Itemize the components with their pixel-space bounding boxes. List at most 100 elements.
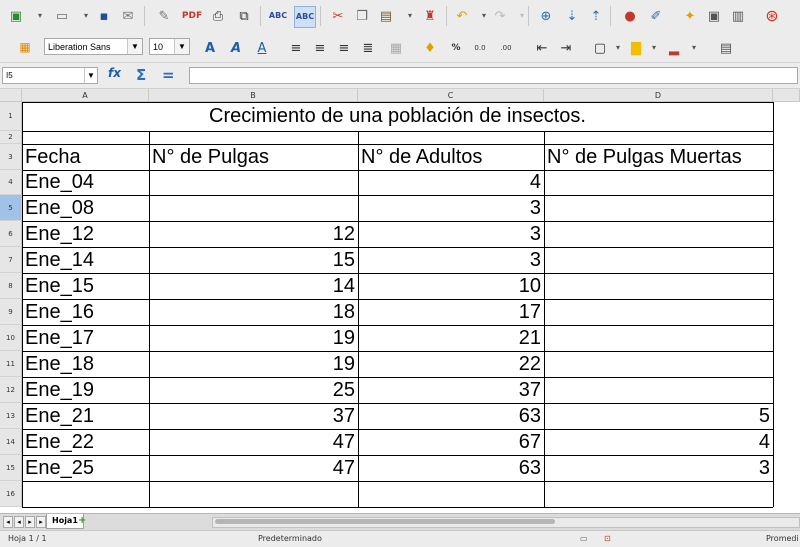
- data-cell[interactable]: Ene_16: [22, 299, 149, 325]
- data-cell[interactable]: [544, 195, 773, 221]
- select-all-corner[interactable]: [0, 89, 22, 102]
- italic-button[interactable]: A: [226, 38, 246, 58]
- next-sheet-icon[interactable]: ▸: [25, 516, 35, 528]
- data-cell[interactable]: 14: [149, 273, 358, 299]
- row-header[interactable]: 7: [0, 247, 22, 273]
- spreadsheet-grid[interactable]: A B C D 1 2 3 4 5 6 7 8 9 10 11 12 13 14 15 16 Crecimie…: [0, 89, 800, 513]
- formula-input[interactable]: [189, 67, 798, 84]
- print-icon[interactable]: ⎙: [208, 6, 228, 26]
- row-header[interactable]: 6: [0, 221, 22, 247]
- decrease-indent-icon[interactable]: ⇤: [532, 38, 552, 58]
- increase-indent-icon[interactable]: ⇥: [556, 38, 576, 58]
- open-icon[interactable]: ▭: [52, 6, 72, 26]
- data-cell[interactable]: 37: [149, 403, 358, 429]
- paste-icon[interactable]: ▤: [376, 6, 396, 26]
- email-icon[interactable]: ✉: [118, 6, 138, 26]
- row-header[interactable]: 15: [0, 455, 22, 481]
- draw-functions-icon[interactable]: ✐: [646, 6, 666, 26]
- data-cell[interactable]: Ene_12: [22, 221, 149, 247]
- row-header[interactable]: 3: [0, 144, 22, 170]
- chevron-down-icon[interactable]: ▼: [84, 68, 97, 83]
- row-header[interactable]: 13: [0, 403, 22, 429]
- styles-formatting-icon[interactable]: ▦: [16, 38, 34, 56]
- data-cell[interactable]: 3: [358, 247, 544, 273]
- merge-cells-icon[interactable]: ▦: [386, 38, 406, 58]
- row-header[interactable]: 1: [0, 102, 22, 131]
- function-wizard-button[interactable]: fx: [108, 66, 121, 80]
- data-cell[interactable]: 47: [149, 455, 358, 481]
- data-cell[interactable]: 47: [149, 429, 358, 455]
- add-sheet-icon[interactable]: +: [78, 515, 86, 526]
- data-cell[interactable]: [544, 273, 773, 299]
- data-cell[interactable]: [544, 325, 773, 351]
- print-preview-icon[interactable]: ⧉: [234, 6, 254, 26]
- data-cell[interactable]: Ene_04: [22, 170, 149, 195]
- data-cell[interactable]: 19: [149, 351, 358, 377]
- navigator-icon[interactable]: ✦: [680, 6, 700, 26]
- row-header[interactable]: 16: [0, 481, 22, 507]
- new-dropdown-icon[interactable]: ▾: [30, 6, 50, 26]
- spellcheck-icon[interactable]: ABC: [268, 6, 288, 26]
- column-header-d[interactable]: D: [544, 89, 773, 102]
- edit-mode-icon[interactable]: ✎: [154, 6, 174, 26]
- data-cell[interactable]: [149, 195, 358, 221]
- data-cell[interactable]: Ene_19: [22, 377, 149, 403]
- data-cell[interactable]: 22: [358, 351, 544, 377]
- toggle-grid-icon[interactable]: ▤: [716, 38, 736, 58]
- datasources-icon[interactable]: ▥: [728, 6, 748, 26]
- data-cell[interactable]: 18: [149, 299, 358, 325]
- underline-button[interactable]: A: [252, 38, 272, 58]
- selection-mode-icon[interactable]: ▭: [580, 534, 588, 543]
- name-box[interactable]: I5 ▼: [2, 67, 98, 84]
- row-header[interactable]: 5: [0, 195, 22, 221]
- header-cell[interactable]: N° de Pulgas: [149, 144, 358, 170]
- align-left-icon[interactable]: ≡: [286, 38, 306, 58]
- data-cell[interactable]: Ene_15: [22, 273, 149, 299]
- gallery-icon[interactable]: ▣: [704, 6, 724, 26]
- data-cell[interactable]: [544, 377, 773, 403]
- open-dropdown-icon[interactable]: ▾: [76, 6, 96, 26]
- data-cell[interactable]: [544, 221, 773, 247]
- align-center-icon[interactable]: ≡: [310, 38, 330, 58]
- data-cell[interactable]: [544, 170, 773, 195]
- data-cell[interactable]: 37: [358, 377, 544, 403]
- data-cell[interactable]: 17: [358, 299, 544, 325]
- data-cell[interactable]: Ene_08: [22, 195, 149, 221]
- export-pdf-icon[interactable]: PDF: [182, 6, 202, 26]
- data-cell[interactable]: 4: [358, 170, 544, 195]
- sort-ascending-icon[interactable]: ⇣: [562, 6, 582, 26]
- redo-icon[interactable]: ↷: [490, 6, 510, 26]
- data-cell[interactable]: 12: [149, 221, 358, 247]
- help-icon[interactable]: ⊛: [762, 6, 782, 26]
- align-right-icon[interactable]: ≡: [334, 38, 354, 58]
- clone-formatting-icon[interactable]: ♜: [420, 6, 440, 26]
- justify-icon[interactable]: ≣: [358, 38, 378, 58]
- chevron-down-icon[interactable]: ▼: [127, 39, 142, 54]
- function-button[interactable]: =: [162, 66, 175, 84]
- data-cell[interactable]: 19: [149, 325, 358, 351]
- column-header-b[interactable]: B: [149, 89, 358, 102]
- data-cell[interactable]: [544, 299, 773, 325]
- row-header[interactable]: 12: [0, 377, 22, 403]
- column-header-a[interactable]: A: [22, 89, 149, 102]
- font-color-icon[interactable]: ▂: [664, 38, 684, 58]
- column-header-e[interactable]: [773, 89, 800, 102]
- save-icon[interactable]: ▪: [94, 6, 114, 26]
- data-cell[interactable]: Ene_25: [22, 455, 149, 481]
- copy-icon[interactable]: ❐: [352, 6, 372, 26]
- autospellcheck-icon[interactable]: ABC: [294, 6, 316, 28]
- currency-icon[interactable]: ♦: [420, 38, 440, 58]
- bold-button[interactable]: A: [200, 38, 220, 58]
- data-cell[interactable]: 3: [358, 195, 544, 221]
- data-cell[interactable]: 5: [544, 403, 773, 429]
- new-document-icon[interactable]: ▣: [6, 6, 26, 26]
- row-header[interactable]: 8: [0, 273, 22, 299]
- background-dropdown-icon[interactable]: ▾: [644, 38, 664, 58]
- header-cell[interactable]: Fecha: [22, 144, 149, 170]
- row-header[interactable]: 4: [0, 170, 22, 195]
- data-cell[interactable]: 4: [544, 429, 773, 455]
- data-cell[interactable]: 10: [358, 273, 544, 299]
- data-cell[interactable]: 21: [358, 325, 544, 351]
- chart-icon[interactable]: ●: [620, 6, 640, 26]
- data-cell[interactable]: 3: [358, 221, 544, 247]
